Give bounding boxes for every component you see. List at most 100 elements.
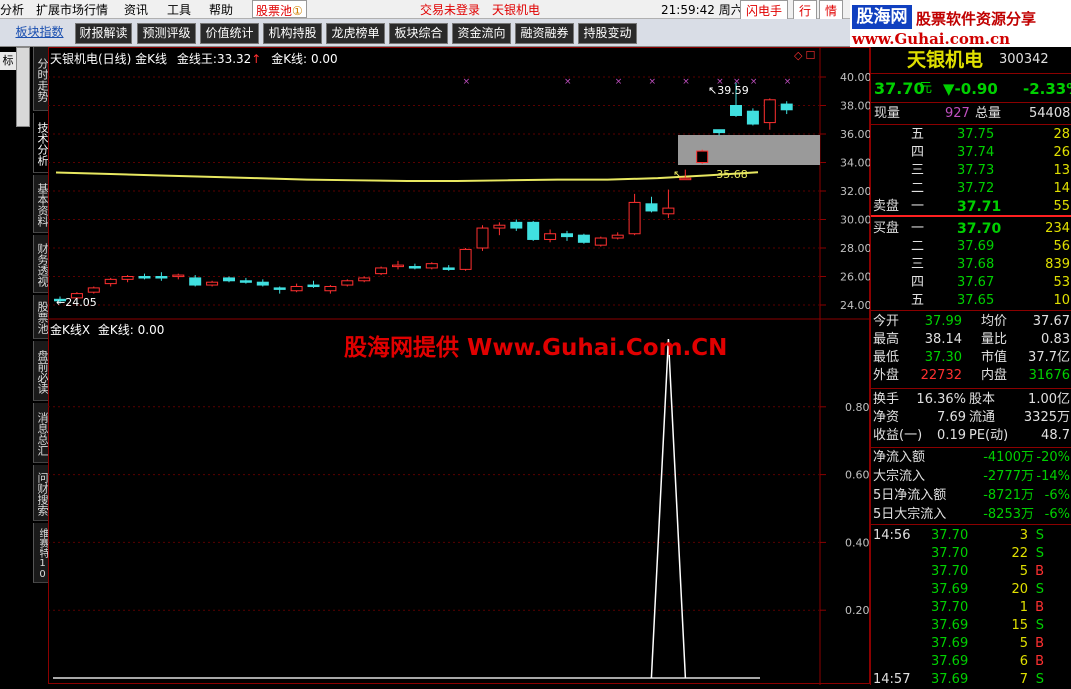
tab-intraday-chart[interactable]: 分时走势 bbox=[33, 47, 49, 111]
flow-label: 5日大宗流入 bbox=[873, 507, 947, 522]
menu-news[interactable]: 资讯 bbox=[124, 1, 148, 18]
tab-capital-flow[interactable]: 资金流向 bbox=[452, 23, 511, 44]
price-unit: 元 bbox=[919, 81, 933, 96]
banner-url: www.Guhai.com.cn bbox=[852, 30, 1010, 48]
tab-value-stats[interactable]: 价值统计 bbox=[200, 23, 259, 44]
high-price-annotation: ↖39.59 bbox=[708, 84, 749, 97]
tab-institutional-holdings[interactable]: 机构持股 bbox=[263, 23, 322, 44]
diamond-icon[interactable]: ◇ bbox=[794, 49, 802, 62]
price-change-pct: -2.33% bbox=[1023, 80, 1071, 98]
tab-forecast-rating[interactable]: 预测评级 bbox=[137, 23, 196, 44]
flow-amount: -8253万 bbox=[983, 507, 1034, 522]
ask-price: 37.71 bbox=[957, 199, 1002, 215]
stat-row: 最低 37.30 市值 37.7亿 bbox=[871, 349, 1071, 367]
gold-king-value: 33.32 bbox=[216, 52, 252, 66]
bid-row: 五 37.65 10 bbox=[871, 292, 1071, 310]
site-banner: 股海网 股票软件资源分享 www.Guhai.com.cn bbox=[850, 0, 1071, 48]
tab-news-summary[interactable]: 消息总汇 bbox=[33, 403, 49, 463]
tab-margin-trading[interactable]: 融资融券 bbox=[515, 23, 574, 44]
tab-technical-analysis[interactable]: 技术分析 bbox=[33, 113, 49, 173]
lower-k-label: 金K线: bbox=[97, 323, 134, 337]
tick-volume: 6 bbox=[1019, 654, 1028, 669]
stat2-value: 0.19 bbox=[937, 428, 966, 443]
tab-financial-insight[interactable]: 财务透视 bbox=[33, 235, 49, 293]
upper-tick-label: 36.00 bbox=[840, 128, 870, 141]
stat-value: 38.14 bbox=[924, 332, 962, 347]
candle-body bbox=[763, 99, 776, 124]
flow-label: 大宗流入 bbox=[873, 469, 926, 484]
kline-chart[interactable]: × × × × × × × × × 40.0038.0036.0034.0032.0030.00… bbox=[48, 47, 872, 685]
flow-amount: -4100万 bbox=[983, 450, 1034, 465]
candle-body bbox=[307, 284, 320, 288]
stock-pool-button[interactable]: 股票池① bbox=[252, 0, 307, 18]
menu-tools[interactable]: 工具 bbox=[167, 1, 191, 18]
tab-visit-10[interactable]: 维赛特10 bbox=[33, 523, 48, 583]
stock-pool-label: 股票池 bbox=[256, 4, 293, 18]
signal-marker: × bbox=[463, 77, 471, 87]
kline-chart-area[interactable]: × × × × × × × × × 40.00 38.00 36.00 34.00 32.00 30.00… bbox=[48, 47, 872, 685]
flow-pct: -14% bbox=[1036, 469, 1070, 484]
tab-sector-index[interactable]: 板块指数 bbox=[10, 23, 69, 44]
tab-wencai-search[interactable]: 问财搜索 bbox=[33, 465, 49, 521]
candle-body bbox=[476, 227, 489, 249]
quote-panel: 天银机电 300342 37.70 元 ▼-0.90 -2.33% 现量 927… bbox=[870, 47, 1071, 687]
tab-financial-report[interactable]: 财报解读 bbox=[75, 23, 132, 44]
quote-button[interactable]: 行 bbox=[793, 0, 818, 21]
tick-row: 37.70 22 S bbox=[871, 545, 1071, 563]
banner-logo: 股海网 bbox=[852, 5, 912, 29]
ask-volume: 26 bbox=[1053, 145, 1070, 160]
flash-order-button[interactable]: 闪电手 bbox=[740, 0, 789, 21]
tab-basic-info[interactable]: 基本资料 bbox=[33, 175, 49, 233]
flow-amount: -2777万 bbox=[983, 469, 1034, 484]
menu-analysis[interactable]: 分析 bbox=[0, 1, 24, 18]
low-price-value: 24.05 bbox=[65, 296, 97, 309]
stat2-value-2: 1.00亿 bbox=[1028, 392, 1070, 407]
ask-price: 37.74 bbox=[957, 145, 995, 160]
tick-price: 37.69 bbox=[931, 654, 969, 669]
menu-extended-market[interactable]: 扩展市场行情 bbox=[36, 1, 108, 18]
signal-marker: × bbox=[750, 77, 758, 87]
tab-dragon-tiger-list[interactable]: 龙虎榜单 bbox=[326, 23, 385, 44]
candle-body bbox=[273, 287, 286, 290]
ask-row: 五 37.75 28 bbox=[871, 126, 1071, 144]
stat-label-2: 均价 bbox=[981, 314, 1008, 329]
function-toolbar: 板块指数 财报解读 预测评级 价值统计 机构持股 龙虎榜单 板块综合 资金流向 … bbox=[0, 19, 850, 47]
candle-body bbox=[425, 263, 438, 269]
tick-volume: 22 bbox=[1011, 546, 1028, 561]
stock-pool-icon: ① bbox=[292, 4, 303, 18]
flow-row: 大宗流入 -2777万 -14% bbox=[871, 468, 1071, 486]
info-button[interactable]: 情 bbox=[819, 0, 844, 21]
window-icon[interactable]: ☐ bbox=[805, 49, 815, 62]
tab-stock-pool[interactable]: 股票池 bbox=[33, 295, 49, 339]
tick-price: 37.69 bbox=[931, 582, 969, 597]
bid-row: 四 37.67 53 bbox=[871, 274, 1071, 292]
mid-price-value: 35.68 bbox=[716, 168, 748, 181]
gold-king-label: 金线王: bbox=[176, 52, 217, 66]
candle-body bbox=[459, 248, 472, 270]
bid-volume: 10 bbox=[1053, 293, 1070, 308]
lower-tick-label: 0.40 bbox=[845, 536, 870, 549]
stat2-row: 收益(一) 0.19 PE(动) 48.7 bbox=[871, 427, 1071, 445]
tab-sector-overview[interactable]: 板块综合 bbox=[389, 23, 448, 44]
bid-row: 买盘一 37.70 234 bbox=[871, 220, 1071, 238]
flow-pct: -6% bbox=[1044, 507, 1070, 522]
left-tab-strip: 标 分时走势 技术分析 基本资料 财务透视 股票池 盘前必读 消息总汇 问财搜索… bbox=[0, 47, 49, 685]
upper-tick-label: 26.00 bbox=[840, 271, 870, 284]
bid-price: 37.70 bbox=[957, 221, 1002, 237]
candle-body bbox=[155, 276, 168, 279]
tab-premarket-read[interactable]: 盘前必读 bbox=[33, 341, 49, 401]
stat2-value-2: 48.7 bbox=[1041, 428, 1070, 443]
candle-body bbox=[493, 224, 506, 229]
watermark-text: 股海网提供 Www.Guhai.Com.CN bbox=[344, 335, 728, 361]
chart-window-icons[interactable]: ◇ ☐ bbox=[794, 49, 815, 62]
candle-body bbox=[544, 233, 557, 240]
left-scrollbar[interactable] bbox=[16, 47, 30, 127]
stat2-label: 换手 bbox=[873, 392, 900, 407]
candle-body bbox=[87, 287, 100, 293]
candle-body bbox=[239, 280, 252, 283]
tick-price: 37.69 bbox=[931, 636, 969, 651]
tab-holding-changes[interactable]: 持股变动 bbox=[578, 23, 637, 44]
menu-help[interactable]: 帮助 bbox=[209, 1, 233, 18]
flow-pct: -20% bbox=[1036, 450, 1070, 465]
tick-volume: 5 bbox=[1019, 564, 1028, 579]
